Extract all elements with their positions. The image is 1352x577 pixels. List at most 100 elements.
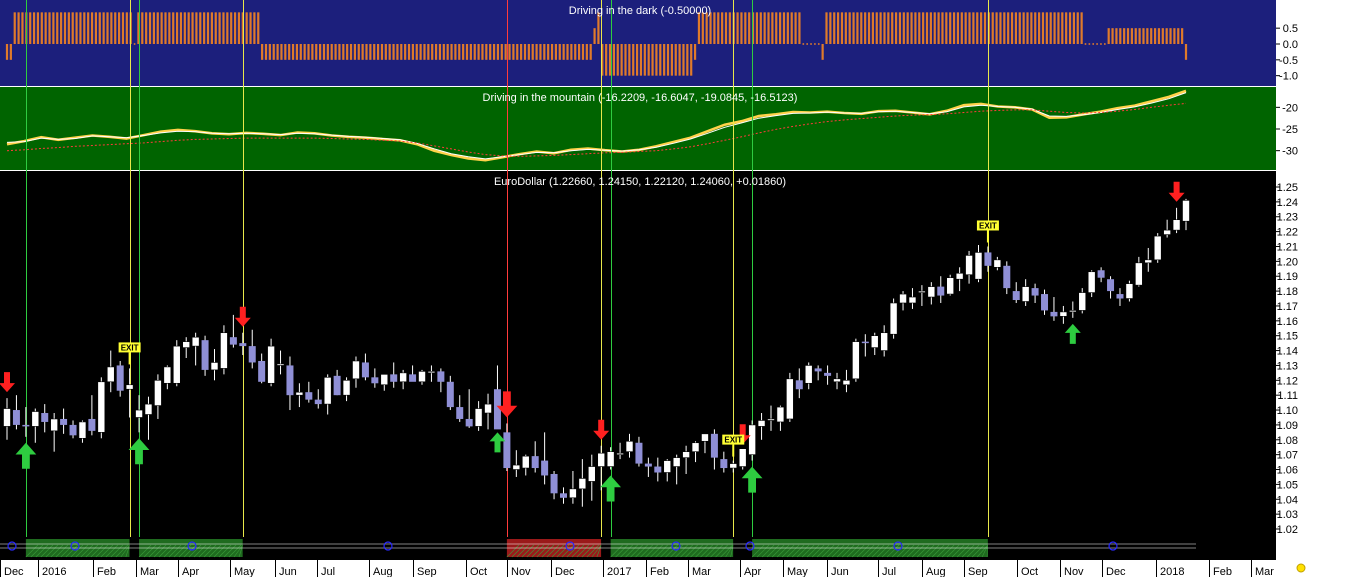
oscillator-bar [852, 12, 855, 45]
candle-body [1087, 271, 1096, 293]
candle-body [672, 457, 681, 467]
oscillator-bar [32, 12, 36, 45]
oscillator-bar [1150, 28, 1153, 44]
candle-body [861, 341, 869, 344]
price-tick-label: 1.04 [1277, 494, 1298, 506]
candle-body [644, 463, 652, 467]
oscillator-bar [728, 12, 731, 45]
oscillator-bar [682, 44, 685, 76]
oscillator-bar [620, 44, 623, 76]
oscillator-bar [63, 12, 67, 45]
oscillator-bar [717, 12, 720, 45]
oscillator-bar [806, 43, 808, 45]
oscillator-bar [829, 12, 832, 45]
oscillator-bar [1068, 12, 1072, 45]
oscillator-bar [1165, 28, 1168, 44]
oscillator-bar [110, 12, 113, 45]
x-tick-label: Feb [1213, 566, 1232, 577]
oscillator-bar [690, 44, 693, 76]
oscillator-bar [404, 44, 407, 60]
oscillator-bar [767, 12, 770, 45]
oscillator-bar [686, 44, 689, 76]
oscillator-bar [960, 12, 963, 45]
candle-body [12, 410, 20, 425]
oscillator-bar [968, 12, 971, 45]
candle-body [484, 403, 492, 414]
candle-body [456, 407, 464, 419]
oscillator-bar [1007, 12, 1010, 45]
oscillator-bar [856, 12, 859, 45]
oscillator-bar [17, 12, 20, 45]
oscillator-bar [1153, 28, 1157, 44]
oscillator-bar [21, 12, 24, 45]
candle-body [191, 336, 200, 347]
x-tick-label: Dec [4, 566, 24, 577]
oscillator-bar [844, 12, 847, 45]
oscillator-bar [179, 12, 183, 45]
price-tick-label: 1.19 [1277, 271, 1298, 283]
oscillator-bar [543, 44, 546, 60]
bottom-axis-bg [0, 560, 1352, 577]
oscillator-bar [384, 44, 387, 60]
oscillator-bar [1053, 12, 1056, 45]
candle-body [512, 464, 521, 470]
oscillator-bar [516, 44, 519, 60]
oscillator-bar [786, 12, 789, 45]
oscillator-tick-label: -0.5 [1279, 55, 1298, 67]
oscillator-bar [570, 44, 573, 60]
oscillator-bar [790, 12, 793, 45]
oscillator-bar [357, 44, 360, 60]
chart-window: EXIT EXIT EXIT 0.5 0.0 -0.5 -1.0 -20 -25 -30 1.25… [0, 0, 1352, 577]
oscillator-bar [1034, 12, 1037, 45]
candle-body [889, 302, 898, 335]
oscillator-bar [771, 12, 774, 45]
candle-body [908, 296, 917, 304]
oscillator-bar [929, 12, 932, 45]
oscillator-bar [659, 44, 662, 76]
x-tick-label: Apr [182, 566, 199, 577]
x-tick-label: Oct [1021, 566, 1038, 577]
candle-body [474, 408, 483, 427]
oscillator-bar [118, 12, 121, 45]
candle-body [870, 335, 879, 348]
oscillator-bar [346, 44, 349, 60]
oscillator-bar [879, 12, 882, 45]
oscillator-bar [1018, 12, 1021, 45]
oscillator-bar [268, 44, 271, 60]
oscillator-bar [701, 12, 704, 45]
oscillator-bar [848, 12, 851, 45]
candle-body [409, 374, 417, 382]
candle-body [1153, 235, 1162, 261]
x-tick-label: 2018 [1160, 566, 1184, 577]
oscillator-bar [798, 12, 801, 45]
oscillator-bar [1092, 43, 1095, 45]
oscillator-bar [353, 44, 357, 60]
oscillator-bar [1123, 28, 1126, 44]
candle-body [50, 418, 58, 432]
oscillator-bar [833, 12, 836, 45]
candle-body [786, 378, 794, 420]
oscillator-bar [125, 12, 128, 45]
candle-body [720, 459, 728, 469]
oscillator-bar [210, 12, 213, 45]
candle-body [776, 406, 785, 423]
candle-body [78, 421, 87, 439]
oscillator-bar [199, 12, 202, 45]
oscillator-bar [280, 44, 283, 60]
price-tick-label: 1.02 [1277, 524, 1298, 536]
x-tick-label: Feb [97, 566, 116, 577]
oscillator-bar [523, 44, 527, 60]
oscillator-bar [90, 12, 94, 45]
x-tick-label: Mar [1255, 566, 1274, 577]
oscillator-bar [245, 12, 248, 45]
candle-body [993, 259, 1002, 268]
oscillator-bar [334, 44, 337, 60]
oscillator-bar [1030, 12, 1033, 45]
oscillator-bar [1146, 28, 1149, 44]
oscillator-bar [1072, 12, 1075, 45]
candle-body [824, 372, 832, 376]
candle-body [955, 272, 964, 280]
oscillator-bar [141, 12, 144, 45]
candle-body [691, 442, 700, 452]
oscillator-bar [473, 44, 476, 60]
